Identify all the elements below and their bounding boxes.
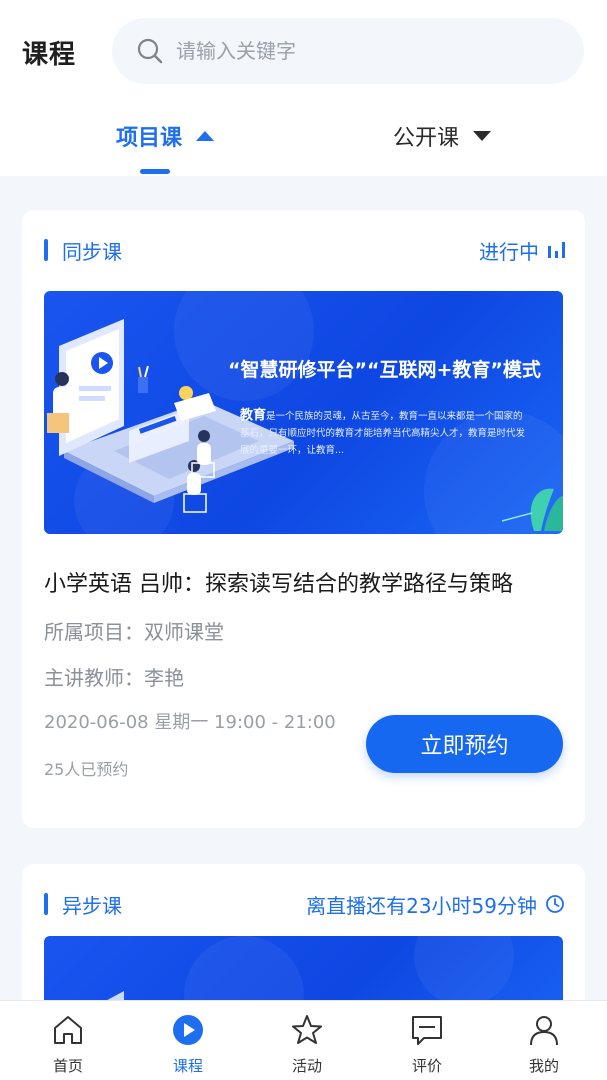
- course-title[interactable]: 小学英语 吕帅：探索读写结合的教学路径与策略: [44, 566, 513, 598]
- caret-up-icon: [196, 131, 215, 141]
- banner-headline: “智慧研修平台”“互联网+教育”模式: [228, 359, 541, 381]
- course-status: 进行中: [479, 236, 565, 265]
- reservation-count: 25人已预约: [44, 760, 129, 779]
- tab-project-course[interactable]: 项目课: [116, 120, 215, 152]
- nav-home[interactable]: 首页: [18, 1013, 118, 1077]
- search-box[interactable]: [112, 18, 584, 84]
- course-type-label: 异步课: [62, 893, 122, 918]
- course-status: 离直播还有23小时59分钟: [306, 890, 565, 919]
- search-input[interactable]: [176, 39, 556, 63]
- course-banner[interactable]: “智慧研修平台”“互联网+教育”模式 教育是一个民族的灵魂，从古至今，教育一直以…: [44, 291, 563, 534]
- page-title: 课程: [22, 40, 77, 70]
- nav-label: 活动: [291, 1057, 322, 1075]
- card-header: 异步课 离直播还有23小时59分钟: [44, 890, 565, 918]
- tab-label: 项目课: [116, 126, 183, 151]
- nav-label: 评价: [411, 1057, 442, 1075]
- course-time: 2020-06-08 星期一 19:00 - 21:00: [44, 712, 336, 733]
- user-icon: [530, 1016, 558, 1046]
- star-icon: [292, 1015, 322, 1044]
- course-teacher: 主讲教师：李艳: [44, 666, 184, 690]
- status-label: 进行中: [479, 239, 539, 264]
- course-card[interactable]: 同步课 进行中 “智慧研修平台”“互联网+教育”模式 教育是一个民族的灵魂，从古…: [22, 210, 585, 828]
- nav-mine[interactable]: 我的: [494, 1013, 594, 1077]
- header: 课程: [0, 0, 607, 100]
- tab-public-course[interactable]: 公开课: [393, 120, 492, 152]
- course-project: 所属项目：双师课堂: [44, 620, 224, 644]
- nav-review[interactable]: 评价: [377, 1013, 477, 1077]
- search-icon: [137, 38, 163, 64]
- tab-label: 公开课: [393, 126, 460, 151]
- nav-label: 课程: [172, 1057, 203, 1075]
- course-type-tag: 异步课: [44, 890, 122, 919]
- tab-bar: 项目课 公开课: [0, 100, 607, 176]
- comment-icon: [412, 1016, 442, 1045]
- nav-course[interactable]: 课程: [138, 1013, 238, 1077]
- tag-bar: [44, 893, 48, 915]
- caret-down-icon: [473, 131, 492, 141]
- home-icon: [54, 1016, 82, 1044]
- card-header: 同步课 进行中: [44, 236, 565, 264]
- banner-body-text: 是一个民族的灵魂，从古至今，教育一直以来都是一个国家的基石，只有顺应时代的教育才…: [240, 411, 526, 456]
- live-bars-icon: [548, 242, 565, 258]
- banner-body: 教育是一个民族的灵魂，从古至今，教育一直以来都是一个国家的基石，只有顺应时代的教…: [240, 407, 530, 459]
- clock-icon: [546, 895, 564, 913]
- course-type-tag: 同步课: [44, 236, 122, 265]
- nav-label: 首页: [52, 1057, 83, 1075]
- countdown-label: 离直播还有23小时59分钟: [306, 893, 537, 918]
- nav-label: 我的: [528, 1057, 559, 1075]
- play-icon: [173, 1015, 203, 1045]
- bottom-nav: 首页 课程 活动 评价 我的: [0, 1000, 607, 1080]
- nav-activity[interactable]: 活动: [257, 1013, 357, 1077]
- course-type-label: 同步课: [62, 239, 122, 264]
- banner-body-lead: 教育: [240, 408, 267, 423]
- reserve-button[interactable]: 立即预约: [366, 715, 563, 773]
- active-tab-indicator: [140, 169, 170, 174]
- tag-bar: [44, 239, 48, 261]
